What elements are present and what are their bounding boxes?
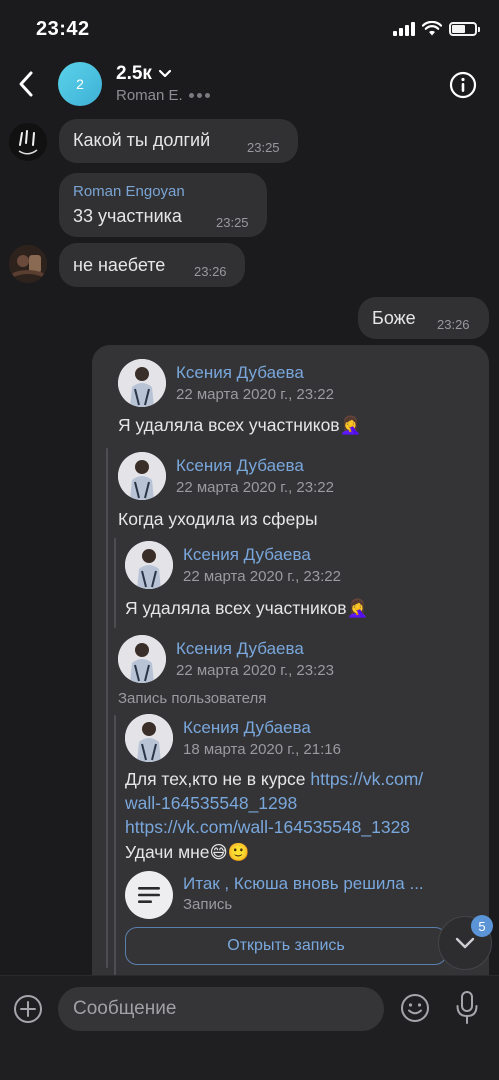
forwarded-text: Я удаляла всех участников🤦‍♀️ (118, 415, 362, 435)
message-bubble[interactable]: Roman Engoyan 33 участника 23:25 (59, 173, 267, 237)
quote-bar (106, 448, 108, 968)
forwarded-date: 22 марта 2020 г., 23:22 (176, 479, 334, 496)
battery-icon (449, 22, 480, 36)
chevron-down-icon (455, 937, 475, 949)
message-text: не наебете (73, 255, 166, 275)
chat-subtitle-row: Roman E. (116, 87, 210, 104)
status-bar: 23:42 (0, 0, 499, 56)
chevron-down-icon (158, 69, 172, 78)
message-text: Какой ты долгий (73, 130, 211, 150)
post-link[interactable]: wall-164535548_1298 (125, 793, 297, 814)
status-time: 23:42 (36, 18, 90, 40)
message-input[interactable] (58, 987, 384, 1031)
chevron-left-icon (19, 71, 33, 97)
open-post-button[interactable]: Открыть запись (125, 927, 447, 965)
attachment-subtitle: Запись (183, 896, 233, 913)
post-text-line: Удачи мне😅🙂 (125, 842, 250, 862)
message-time: 23:26 (437, 317, 470, 332)
unread-badge: 5 (471, 915, 493, 937)
message-time: 23:25 (247, 140, 280, 155)
attach-plus-button[interactable] (13, 994, 43, 1024)
forwarded-date: 22 марта 2020 г., 23:23 (176, 662, 334, 679)
avatar[interactable] (118, 635, 166, 683)
post-date: 18 марта 2020 г., 21:16 (183, 741, 341, 758)
forwarded-text: Когда уходила из сферы (118, 509, 318, 529)
avatar[interactable] (9, 123, 47, 161)
post-link[interactable]: https://vk.com/wall-164535548_1328 (125, 817, 410, 838)
chat-title: 2.5к (116, 63, 152, 84)
message-bubble[interactable]: Какой ты долгий 23:25 (59, 119, 298, 163)
facepalm-emoji-icon: 🤦‍♀️ (346, 598, 369, 618)
post-link[interactable]: https://vk.com/ (310, 769, 423, 789)
message-bubble[interactable]: Боже 23:26 (358, 297, 489, 339)
message-time: 23:25 (216, 215, 249, 230)
forwarded-text: Я удаляла всех участников🤦‍♀️ (125, 598, 369, 618)
chat-avatar[interactable]: 2 (58, 62, 102, 106)
signal-icon (393, 22, 415, 36)
message-bubble[interactable]: не наебете 23:26 (59, 243, 245, 287)
forwarded-author-name[interactable]: Ксения Дубаева (176, 363, 304, 383)
facepalm-emoji-icon: 🤦‍♀️ (339, 415, 362, 435)
message-composer (0, 975, 499, 1080)
emoji-button[interactable] (400, 993, 430, 1023)
info-button[interactable] (449, 71, 477, 99)
attachment-icon[interactable] (125, 871, 173, 919)
post-author-name[interactable]: Ксения Дубаева (183, 718, 311, 738)
status-icons (393, 21, 480, 36)
attachment-title[interactable]: Итак , Ксюша вновь решила ... (183, 874, 424, 894)
forwarded-author-name[interactable]: Ксения Дубаева (183, 545, 311, 565)
forwarded-date: 22 марта 2020 г., 23:22 (183, 568, 341, 585)
back-button[interactable] (8, 64, 44, 104)
message-text: Боже (372, 308, 416, 328)
post-text-line: Для тех,кто не в курсе https://vk.com/ (125, 769, 424, 789)
avatar[interactable] (118, 452, 166, 500)
chat-subtitle: Roman E. (116, 87, 183, 104)
message-time: 23:26 (194, 264, 227, 279)
forwarded-message-card[interactable]: Ксения Дубаева 22 марта 2020 г., 23:22 Я… (92, 345, 489, 975)
article-icon (138, 887, 160, 903)
avatar[interactable] (125, 714, 173, 762)
sweat-smile-emoji-icon: 😅🙂 (209, 842, 250, 862)
avatar[interactable] (125, 541, 173, 589)
chat-header: 2 2.5к Roman E. (0, 56, 499, 112)
avatar[interactable] (118, 359, 166, 407)
message-text: 33 участника (73, 206, 182, 226)
quote-bar (114, 715, 116, 975)
forwarded-author-name[interactable]: Ксения Дубаева (176, 456, 304, 476)
wifi-icon (422, 21, 442, 36)
typing-indicator-icon (188, 93, 210, 98)
post-label: Запись пользователя (118, 690, 267, 707)
chat-title-button[interactable]: 2.5к (116, 63, 172, 85)
forwarded-date: 22 марта 2020 г., 23:22 (176, 386, 334, 403)
microphone-button[interactable] (455, 991, 479, 1025)
sender-name[interactable]: Roman Engoyan (73, 183, 185, 200)
forwarded-author-name[interactable]: Ксения Дубаева (176, 639, 304, 659)
quote-bar (114, 538, 116, 628)
avatar[interactable] (9, 245, 47, 283)
